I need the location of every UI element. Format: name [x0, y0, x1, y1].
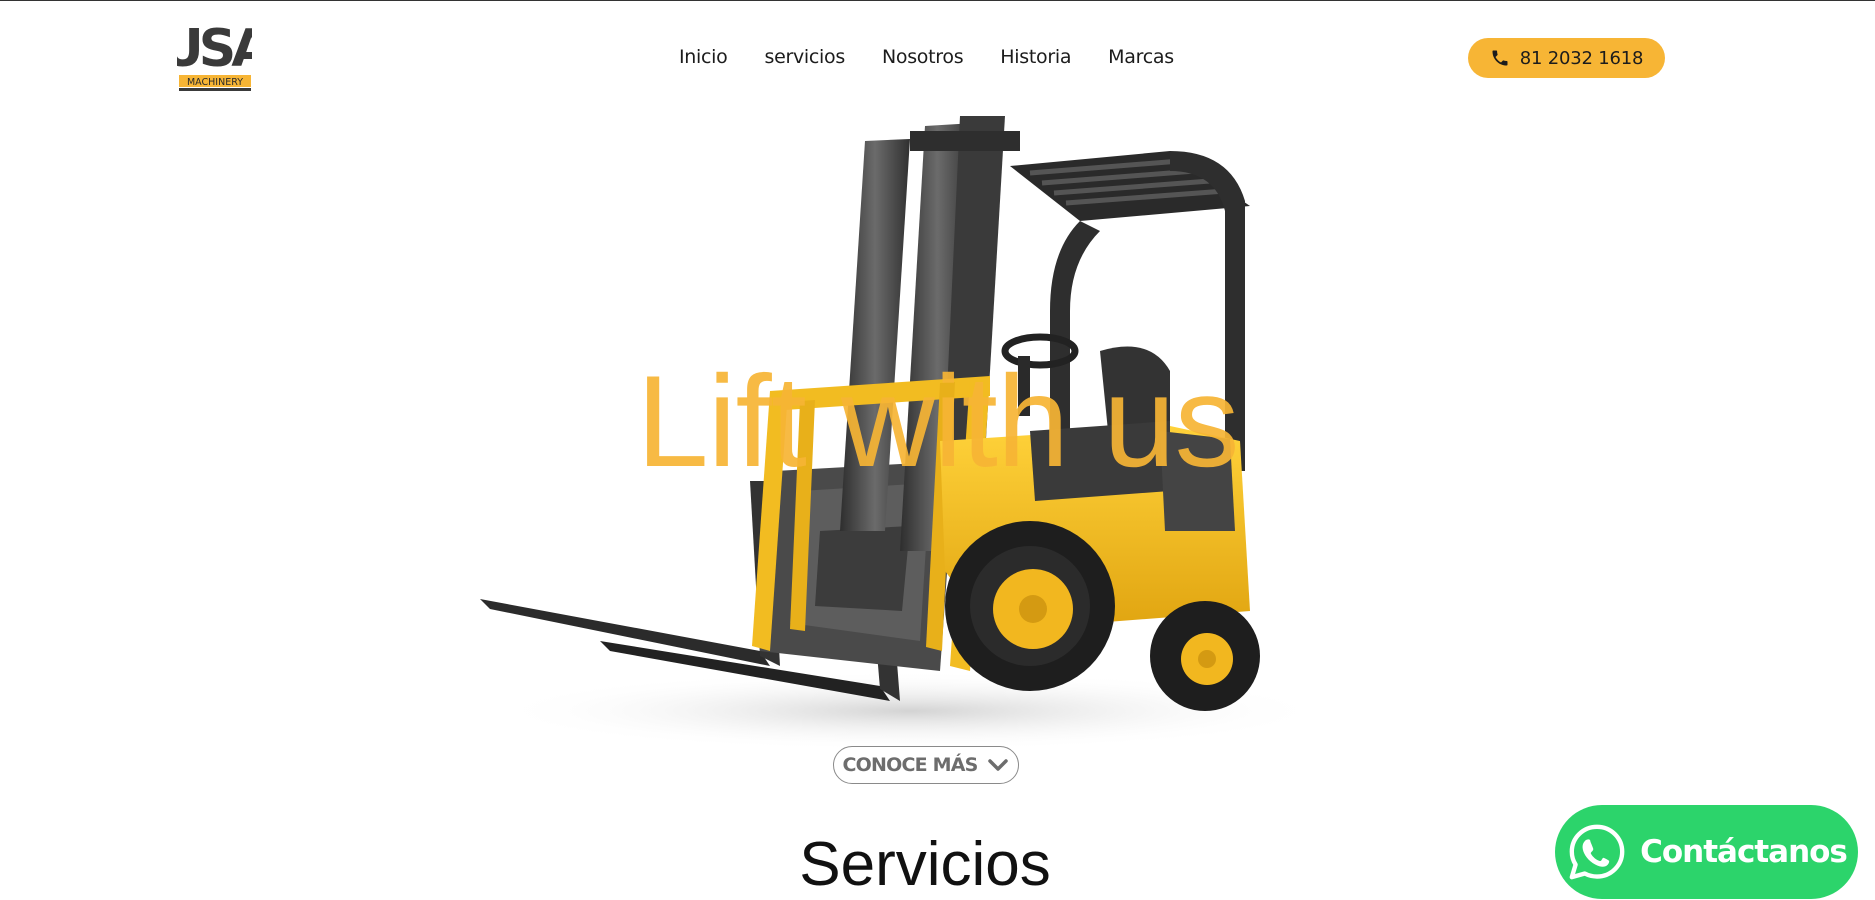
site-logo[interactable]: USA MACHINERY: [177, 14, 252, 92]
nav-marcas[interactable]: Marcas: [1108, 46, 1174, 68]
whatsapp-label: Contáctanos: [1640, 834, 1848, 870]
logo-usa-text: USA: [177, 19, 252, 79]
hero-title: Lift with us: [636, 348, 1239, 494]
phone-button[interactable]: 81 2032 1618: [1468, 38, 1665, 78]
phone-number: 81 2032 1618: [1519, 47, 1644, 69]
nav-nosotros[interactable]: Nosotros: [882, 46, 964, 68]
chevron-down-icon: [988, 759, 1009, 771]
whatsapp-icon: [1569, 824, 1625, 880]
page: USA MACHINERY Inicio servicios Nosotros …: [0, 0, 1875, 900]
conoce-mas-button[interactable]: CONOCE MÁS: [833, 746, 1019, 784]
nav-historia[interactable]: Historia: [1000, 46, 1071, 68]
nav-inicio[interactable]: Inicio: [679, 46, 728, 68]
nav-servicios[interactable]: servicios: [764, 46, 845, 68]
conoce-mas-label: CONOCE MÁS: [842, 754, 979, 776]
phone-icon: [1492, 50, 1508, 66]
logo-machinery-text: MACHINERY: [187, 77, 243, 88]
main-nav: Inicio servicios Nosotros Historia Marca…: [679, 46, 1211, 68]
whatsapp-contact-button[interactable]: Contáctanos: [1555, 805, 1858, 899]
